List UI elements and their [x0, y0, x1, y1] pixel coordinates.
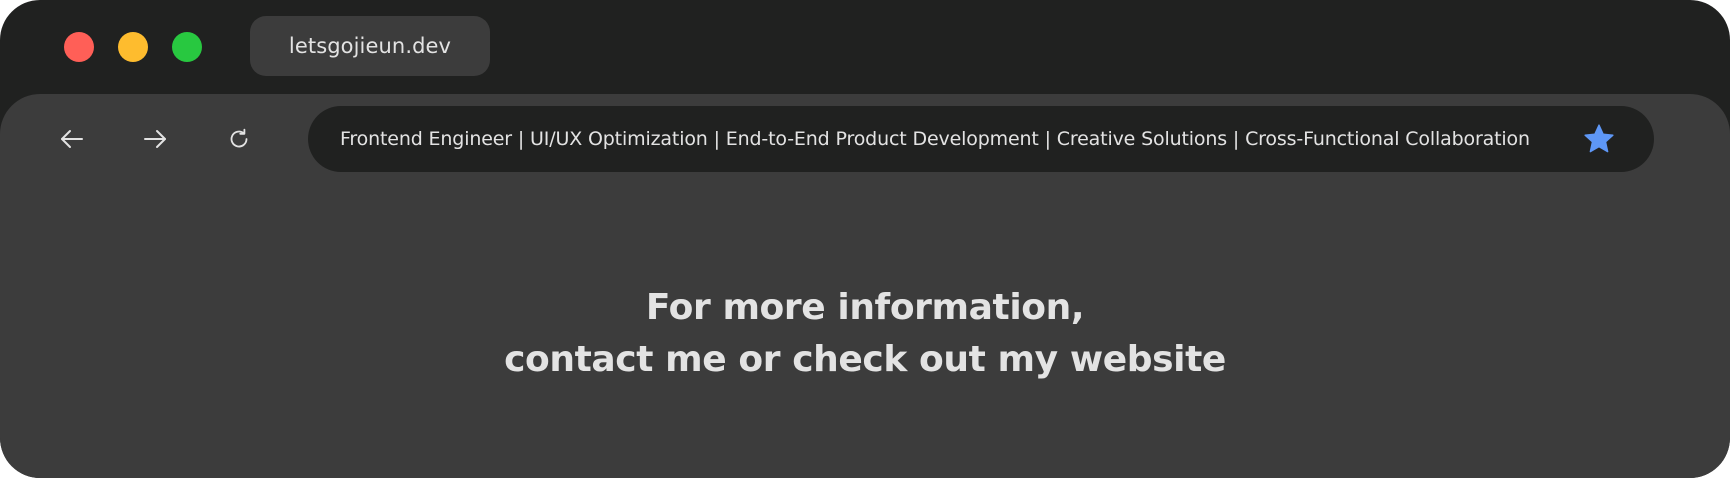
minimize-window-button[interactable] — [118, 32, 148, 62]
arrow-right-icon — [144, 130, 166, 148]
contact-message-line2: contact me or check out my website — [504, 339, 1226, 380]
contact-message: For more information, contact me or chec… — [0, 282, 1730, 386]
bookmark-button[interactable] — [1582, 122, 1616, 156]
browser-viewport: Frontend Engineer | UI/UX Optimization |… — [0, 94, 1730, 478]
contact-message-line1: For more information, — [645, 287, 1085, 328]
back-button[interactable] — [54, 121, 90, 157]
address-bar[interactable]: Frontend Engineer | UI/UX Optimization |… — [308, 106, 1654, 172]
browser-window: letsgojieun.dev Frontend Engineer | UI/U… — [0, 0, 1730, 478]
reload-button[interactable] — [221, 121, 257, 157]
title-bar: letsgojieun.dev — [0, 0, 1730, 94]
arrow-left-icon — [61, 130, 83, 148]
reload-icon — [230, 128, 248, 148]
forward-button[interactable] — [137, 121, 173, 157]
address-text[interactable]: Frontend Engineer | UI/UX Optimization |… — [340, 106, 1530, 172]
star-icon — [1584, 124, 1614, 153]
close-window-button[interactable] — [64, 32, 94, 62]
tab-label: letsgojieun.dev — [288, 34, 452, 58]
browser-tab[interactable]: letsgojieun.dev — [250, 16, 490, 76]
maximize-window-button[interactable] — [172, 32, 202, 62]
